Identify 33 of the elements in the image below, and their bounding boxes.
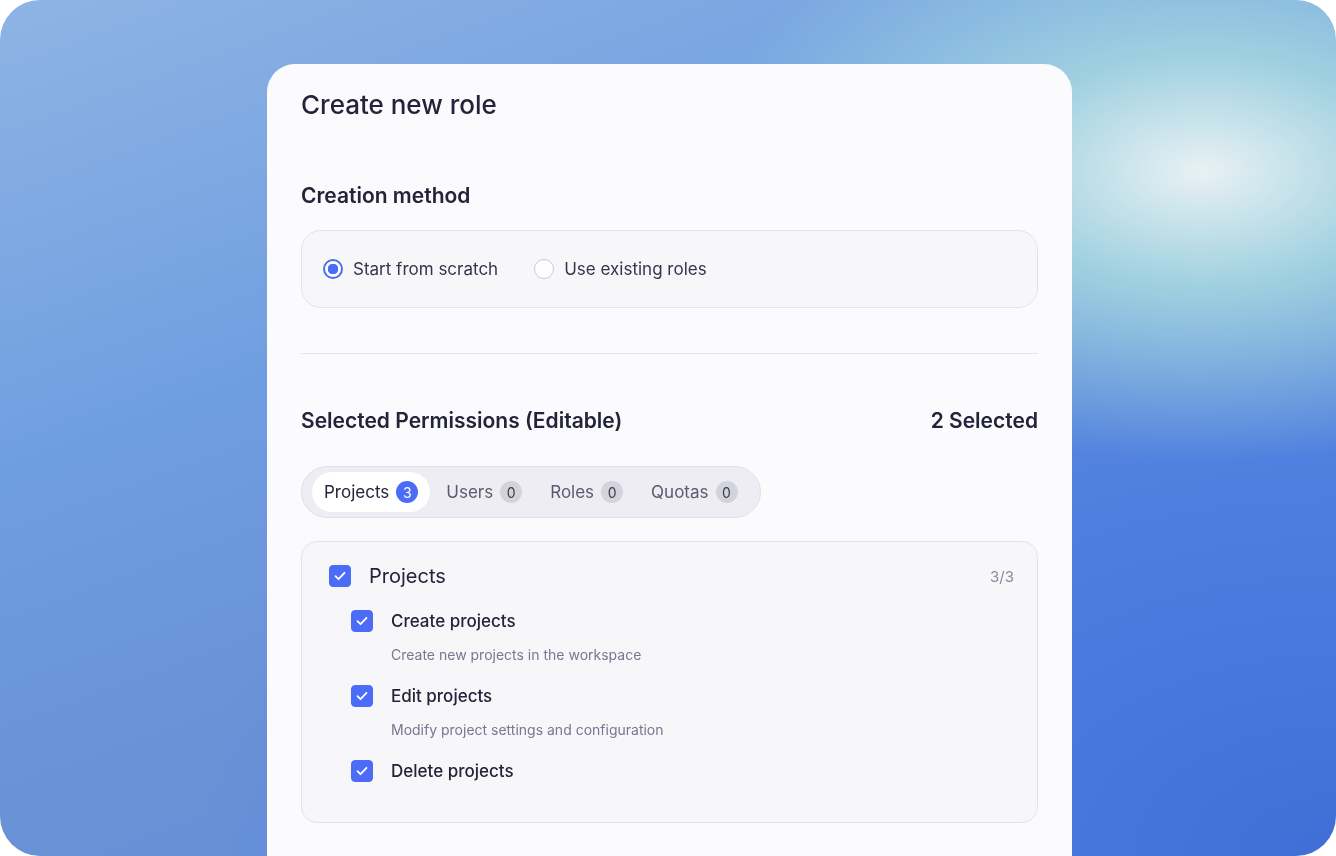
dialog-title: Create new role <box>301 88 498 122</box>
section-heading: Creation method <box>301 182 472 210</box>
count-badge: 3 <box>396 481 419 503</box>
count-badge: 0 <box>500 481 523 503</box>
radio-option[interactable]: Start from scratch <box>323 259 499 279</box>
tab[interactable]: Roles 0 <box>538 472 636 512</box>
radio-label: Use existing roles <box>564 259 707 279</box>
checkbox[interactable] <box>351 760 373 782</box>
tab-label: Roles <box>550 482 595 502</box>
permission-label: Create projects <box>391 611 516 631</box>
permission-description: Modify project settings and configuration <box>391 721 665 738</box>
radio-button[interactable] <box>534 259 555 279</box>
section-heading: Selected Permissions (Editable) <box>301 407 623 435</box>
checkbox[interactable] <box>351 610 373 632</box>
group-label: Projects <box>369 564 447 588</box>
selected-tally: 3/3 <box>990 566 1014 586</box>
permission-label: Delete projects <box>391 761 514 781</box>
radio-option[interactable]: Use existing roles <box>534 259 707 279</box>
radio-button[interactable] <box>323 259 343 279</box>
tab-label: Users <box>446 482 494 502</box>
checkbox[interactable] <box>329 565 351 587</box>
permission-description: Create new projects in the workspace <box>391 646 643 663</box>
count-badge: 0 <box>601 481 624 503</box>
permission-label: Edit projects <box>391 686 493 706</box>
tab[interactable]: Users 0 <box>434 472 535 512</box>
tab-label: Projects <box>324 482 390 502</box>
checkbox[interactable] <box>351 685 373 707</box>
radio-label: Start from scratch <box>353 259 499 279</box>
selected-count: 2 Selected <box>930 407 1038 435</box>
count-badge: 0 <box>715 481 738 503</box>
tab[interactable]: Quotas 0 <box>639 472 750 512</box>
tab-label: Quotas <box>651 482 709 502</box>
tab[interactable]: Projects 3 <box>312 472 431 512</box>
